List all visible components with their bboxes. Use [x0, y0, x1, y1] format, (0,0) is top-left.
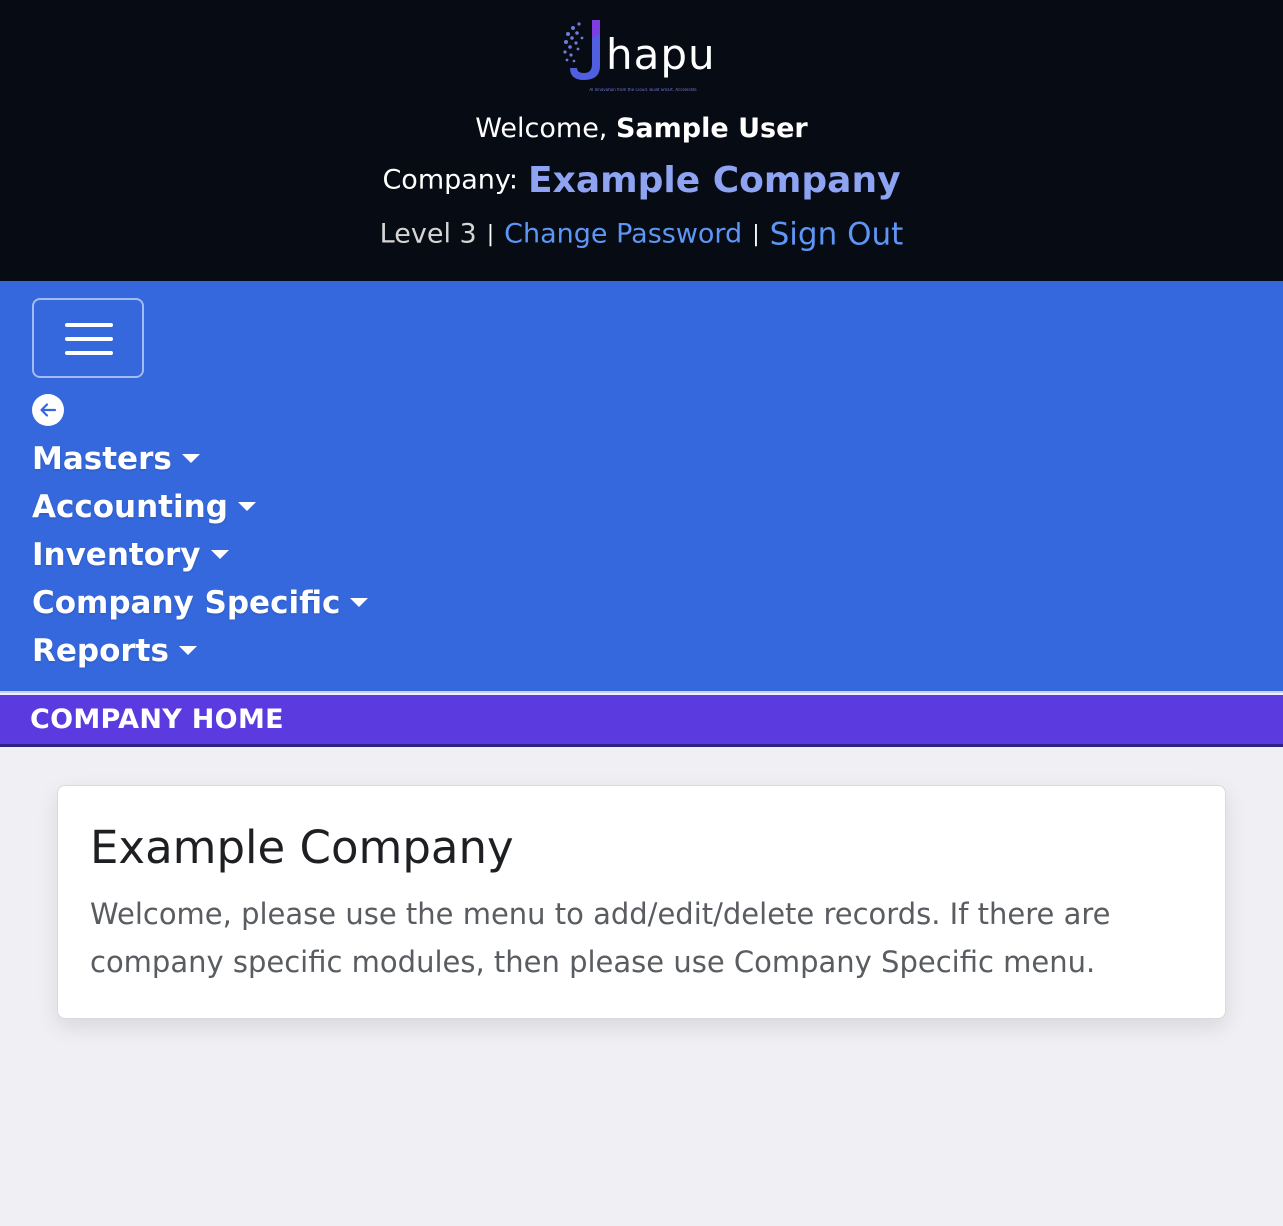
brand-name: hapu	[606, 30, 716, 79]
welcome-message: Welcome, Sample User	[0, 112, 1283, 146]
top-header: hapu AI Innovation from the Cloud. Build…	[0, 0, 1283, 281]
nav-item-label: Reports	[32, 633, 169, 669]
nav-item-inventory[interactable]: Inventory	[32, 535, 368, 583]
separator: |	[752, 221, 760, 247]
company-name: Example Company	[528, 159, 901, 201]
nav-item-label: Company Specific	[32, 585, 341, 621]
user-level: Level 3	[379, 218, 477, 250]
separator: |	[486, 221, 495, 247]
caret-down-icon	[178, 646, 197, 655]
brand-tagline: AI Innovation from the Cloud. Build Smar…	[589, 88, 697, 92]
nav-item-reports[interactable]: Reports	[32, 631, 368, 679]
company-label: Company:	[382, 164, 519, 196]
caret-down-icon	[210, 550, 229, 559]
nav-item-label: Accounting	[32, 489, 228, 525]
main-navbar: Masters Accounting Inventory Company Spe…	[0, 281, 1283, 693]
back-button[interactable]	[32, 394, 64, 426]
sign-out-link[interactable]: Sign Out	[770, 217, 904, 253]
card-title: Example Company	[90, 821, 514, 874]
nav-menu: Masters Accounting Inventory Company Spe…	[32, 439, 369, 679]
card-text: Welcome, please use the menu to add/edit…	[90, 897, 1111, 979]
company-line: Company: Example Company	[0, 158, 1283, 203]
nav-item-masters[interactable]: Masters	[32, 439, 368, 487]
nav-item-company-specific[interactable]: Company Specific	[32, 583, 369, 631]
brand-logo[interactable]: hapu AI Innovation from the Cloud. Build…	[562, 16, 724, 98]
account-links: Level 3 | Change Password | Sign Out	[0, 214, 1283, 255]
nav-item-accounting[interactable]: Accounting	[32, 487, 368, 535]
brain-j-logo-icon	[563, 20, 600, 80]
company-card: Example Company Welcome, please use the …	[57, 785, 1226, 1019]
nav-item-label: Inventory	[32, 537, 201, 573]
welcome-prefix: Welcome,	[475, 113, 608, 144]
arrow-left-circle-icon	[40, 403, 57, 417]
caret-down-icon	[350, 598, 369, 607]
change-password-link[interactable]: Change Password	[504, 219, 742, 250]
user-name: Sample User	[615, 113, 808, 144]
nav-item-label: Masters	[32, 441, 172, 477]
caret-down-icon	[181, 454, 200, 463]
caret-down-icon	[237, 502, 256, 511]
section-header: COMPANY HOME	[0, 695, 1283, 747]
navbar-toggler-button[interactable]	[32, 298, 144, 378]
page-title: COMPANY HOME	[30, 704, 284, 735]
